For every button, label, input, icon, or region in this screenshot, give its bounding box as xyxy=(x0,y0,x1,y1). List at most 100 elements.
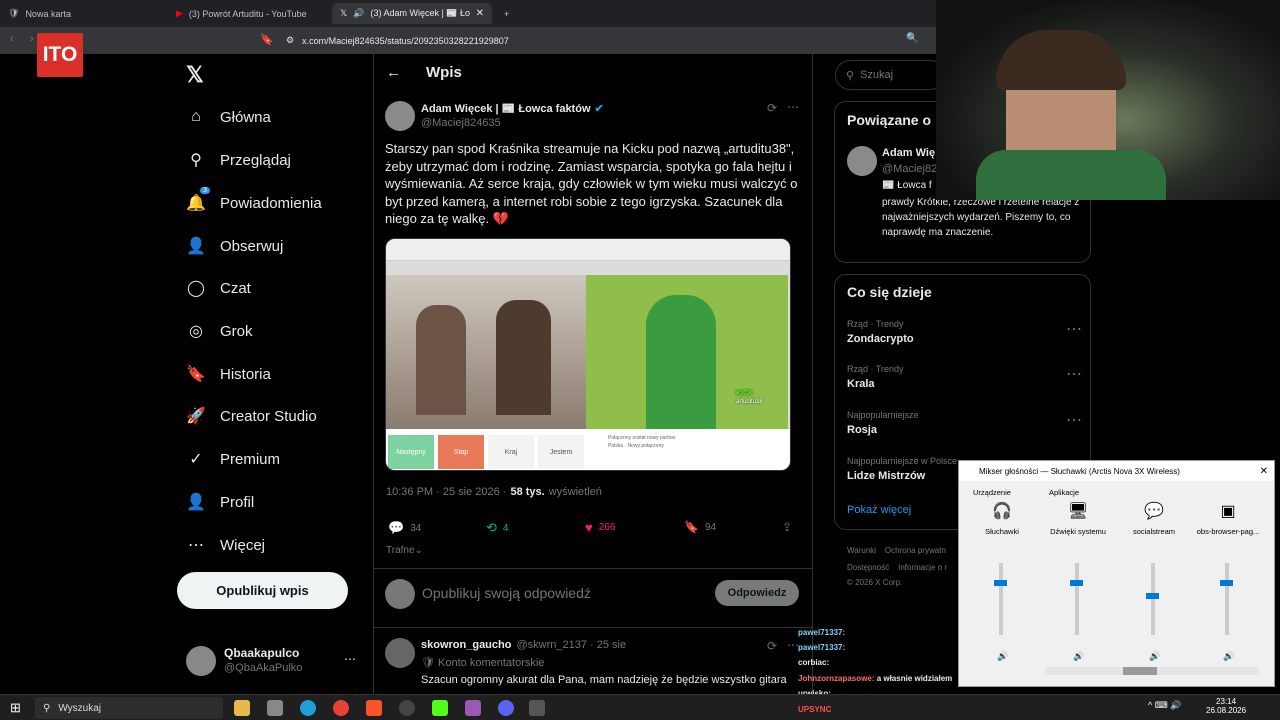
forward-icon[interactable]: › xyxy=(30,33,34,45)
account-avatar[interactable] xyxy=(186,646,216,676)
scrollbar-thumb[interactable] xyxy=(1123,667,1157,675)
show-more-link[interactable]: Pokaż więcej xyxy=(847,504,911,516)
channel-system-sounds[interactable]: 🖥 Dźwięki systemu 🔊 xyxy=(1043,501,1113,666)
volume-slider[interactable] xyxy=(994,563,1007,635)
reply-action[interactable]: 💬 34 xyxy=(388,520,421,536)
related-bio: prawdy Krótkie, rzeczowe i rzetelne rela… xyxy=(882,197,1080,238)
post-menu-icon[interactable]: ⋯ xyxy=(787,100,799,114)
tray-icons[interactable]: ^ ⌨ 🔊 xyxy=(1148,700,1181,711)
repost-action[interactable]: ⟲ 4 xyxy=(486,520,508,536)
reply-author-avatar[interactable] xyxy=(385,638,415,668)
browser-tab-bar: 🛡 Nowa karta ▶ (3) Powrót Artuditu - You… xyxy=(0,0,936,27)
author-avatar[interactable] xyxy=(385,101,415,131)
volume-slider[interactable] xyxy=(1220,563,1233,635)
reply-input[interactable]: Opublikuj swoją odpowiedź xyxy=(422,585,591,601)
mute-speaker-icon[interactable]: 🔊 xyxy=(1149,651,1160,662)
chevron-down-icon: ⌄ xyxy=(414,545,423,556)
nav-history[interactable]: 🔖 Historia xyxy=(186,364,271,384)
author-name-row[interactable]: Adam Więcek | 📰 Łowca faktów ✔ xyxy=(421,102,604,115)
reply-header: skowron_gaucho @skwrn_2137 · 25 sie xyxy=(421,639,627,651)
mute-speaker-icon[interactable]: 🔊 xyxy=(1073,651,1084,662)
volume-thumb[interactable] xyxy=(1146,592,1159,599)
nav-creator-studio[interactable]: 🚀 Creator Studio xyxy=(186,406,317,426)
grok-explain-icon[interactable]: ⟳ xyxy=(767,101,777,115)
clock[interactable]: 23:14 26.08.2026 xyxy=(1206,697,1246,715)
nav-more[interactable]: ⋯ Więcej xyxy=(186,535,265,555)
mute-speaker-icon[interactable]: 🔊 xyxy=(1223,651,1234,662)
trend-item[interactable]: Najpopularniejsze Rosja xyxy=(847,410,919,436)
sort-dropdown[interactable]: Trafne⌄ xyxy=(386,545,423,556)
tab-x-post[interactable]: 𝕏 🔊 (3) Adam Więcek | 📰 Łowca ✕ xyxy=(332,3,492,24)
search-icon: ⚲ xyxy=(43,702,51,714)
mixer-close-icon[interactable]: ✕ xyxy=(1260,466,1268,477)
x-home-logo-icon[interactable]: 𝕏 xyxy=(186,62,204,88)
back-arrow-icon[interactable]: ← xyxy=(386,64,401,81)
channel-headphones[interactable]: 🎧 Słuchawki 🔊 xyxy=(967,501,1037,666)
rocket-icon: 🚀 xyxy=(186,408,206,425)
address-bar-row: ‹ › 🔖 ⚙ x.com/Maciej824635/status/209235… xyxy=(0,27,936,54)
tab-new[interactable]: 🛡 Nowa karta xyxy=(0,3,168,24)
windows-start-icon[interactable]: ⊞ xyxy=(10,700,21,716)
trend-menu-icon[interactable]: ⋯ xyxy=(1066,319,1082,339)
nav-home[interactable]: ⌂ Główna xyxy=(186,107,271,127)
post-text: Starszy pan spod Kraśnika streamuje na K… xyxy=(385,141,798,226)
nav-profile[interactable]: 👤 Profil xyxy=(186,492,254,512)
kick-icon[interactable] xyxy=(432,700,448,716)
stream-overlay-logo: ITO xyxy=(37,33,83,77)
mixer-scrollbar[interactable] xyxy=(1045,667,1259,675)
brave-icon[interactable] xyxy=(366,700,382,716)
discord-icon[interactable] xyxy=(498,700,514,716)
publish-post-button[interactable]: Opublikuj wpis xyxy=(177,572,348,609)
nav-grok[interactable]: ◎ Grok xyxy=(186,321,253,341)
nav-chat[interactable]: ◯ Czat xyxy=(186,278,251,298)
socialstream-taskbar-icon[interactable] xyxy=(465,700,481,716)
chrome-icon[interactable] xyxy=(333,700,349,716)
volume-slider[interactable] xyxy=(1146,563,1159,635)
obs-browser-icon: ▣ xyxy=(1220,503,1236,520)
edge-icon[interactable] xyxy=(300,700,316,716)
account-menu-icon[interactable]: ⋯ xyxy=(344,652,356,666)
reply-submit-button[interactable]: Odpowiedz xyxy=(715,580,799,606)
taskbar-search[interactable]: ⚲ Wyszukaj xyxy=(35,697,223,719)
trend-item[interactable]: Rząd · Trendy Zondacrypto xyxy=(847,319,914,345)
related-avatar[interactable] xyxy=(847,146,877,176)
url-field[interactable]: ⚙ x.com/Maciej824635/status/209235032822… xyxy=(286,32,906,49)
like-action[interactable]: ♥ 266 xyxy=(585,520,615,535)
nav-premium[interactable]: ✓ Premium xyxy=(186,449,280,469)
reply-grok-icon[interactable]: ⟳ xyxy=(767,639,777,653)
volume-thumb[interactable] xyxy=(994,579,1007,586)
active-app-icon[interactable] xyxy=(529,700,545,716)
mute-speaker-icon[interactable]: 🔊 xyxy=(997,651,1008,662)
volume-thumb[interactable] xyxy=(1220,579,1233,586)
nav-explore[interactable]: ⚲ Przeglądaj xyxy=(186,150,291,170)
trend-menu-icon[interactable]: ⋯ xyxy=(1066,410,1082,430)
trend-menu-icon[interactable]: ⋯ xyxy=(1066,364,1082,384)
post-media-screenshot[interactable]: KICK artuditu38 Następny Stop Kraj Jeste… xyxy=(385,238,791,471)
channel-socialstream[interactable]: 💬 socialstream 🔊 xyxy=(1119,501,1189,666)
obs-icon[interactable] xyxy=(399,700,415,716)
volume-slider[interactable] xyxy=(1070,563,1083,635)
youtube-icon: ▶ xyxy=(176,8,183,18)
trend-item[interactable]: Rząd · Trendy Krala xyxy=(847,364,904,390)
volume-thumb[interactable] xyxy=(1070,579,1083,586)
nav-follow[interactable]: 👤 Obserwuj xyxy=(186,236,283,256)
bookmark-icon[interactable]: 🔖 xyxy=(260,33,274,46)
footer-links-2[interactable]: Dostępność Informacje o r xyxy=(847,563,947,572)
back-icon[interactable]: ‹ xyxy=(10,33,14,45)
site-info-icon[interactable]: ⚙ xyxy=(286,35,294,46)
new-tab-button[interactable]: + xyxy=(496,3,516,24)
related-name[interactable]: Adam Wię xyxy=(882,147,935,159)
file-explorer-icon[interactable] xyxy=(234,700,250,716)
footer-links-1[interactable]: Warunki Ochrona prywatn xyxy=(847,546,946,555)
app-icon[interactable] xyxy=(267,700,283,716)
zoom-icon[interactable]: 🔍 xyxy=(906,33,918,44)
share-action[interactable]: ⇪ xyxy=(782,520,792,534)
search-box[interactable]: ⚲ Szukaj xyxy=(835,60,945,90)
tab-youtube[interactable]: ▶ (3) Powrót Artuditu - YouTube xyxy=(168,3,330,24)
channel-obs-browser[interactable]: ▣ obs-browser-pag... 🔊 xyxy=(1193,501,1263,666)
nav-notifications[interactable]: 🔔 3 Powiadomienia xyxy=(186,187,322,213)
close-tab-icon[interactable]: ✕ xyxy=(476,8,484,19)
bookmark-action[interactable]: 🔖 94 xyxy=(684,520,716,534)
bookmark-post-icon: 🔖 xyxy=(684,520,699,534)
trend-item[interactable]: Najpopularniejsze w Polsce Lidze Mistrzów xyxy=(847,456,957,482)
